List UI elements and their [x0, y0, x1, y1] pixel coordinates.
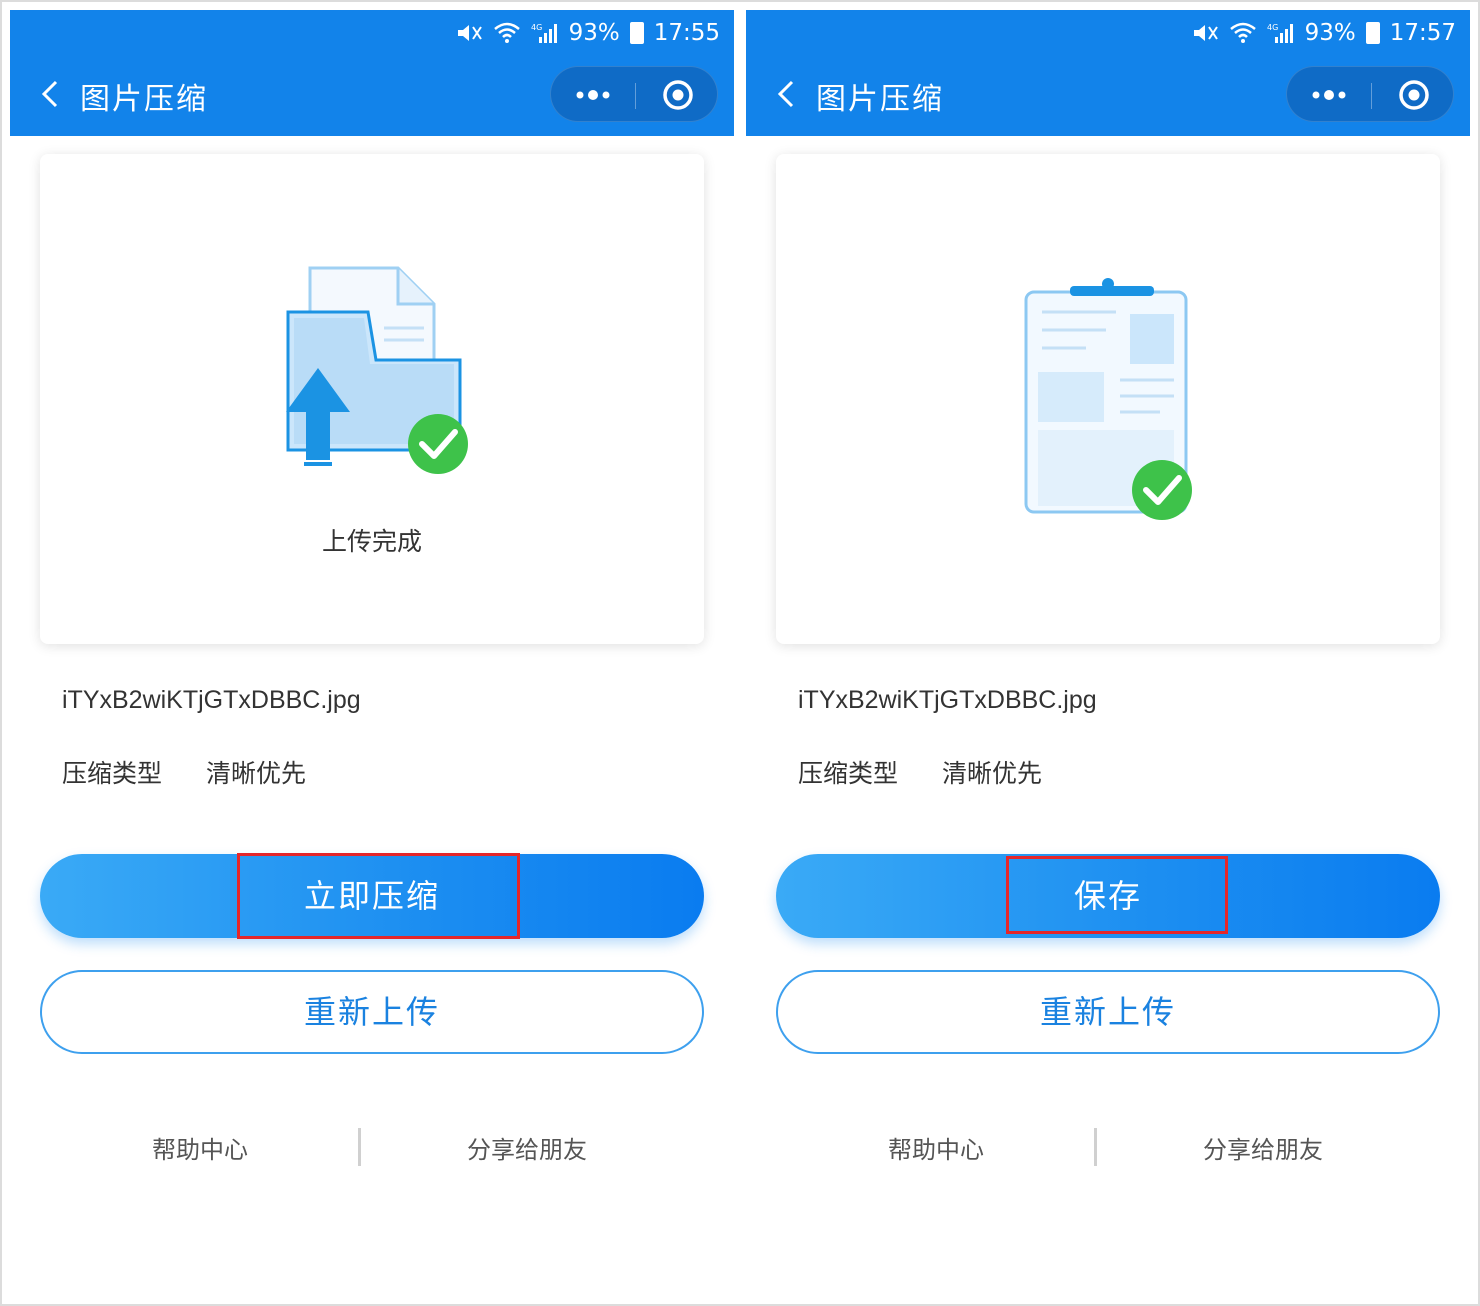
upload-status-card: 上传完成: [40, 154, 704, 644]
page-title: 图片压缩: [80, 82, 208, 117]
mini-program-capsule: [550, 66, 718, 122]
phone-screen-upload-complete: 4G 93% 17:55 图片压缩 上传完成 iTYxB2wiKTjGTxDBB…: [10, 10, 734, 1300]
highlight-annotation-box: [1006, 856, 1228, 934]
mute-icon: [457, 25, 482, 41]
compress-type-value[interactable]: 清晰优先: [942, 754, 1042, 790]
help-center-link[interactable]: 帮助中心: [152, 1130, 248, 1165]
clock-time: 17:55: [653, 20, 720, 46]
file-name: iTYxB2wiKTjGTxDBBC.jpg: [798, 686, 1097, 714]
compress-type-label: 压缩类型: [62, 759, 163, 788]
svg-text:4G: 4G: [531, 23, 542, 32]
compress-type-label: 压缩类型: [798, 759, 899, 788]
compress-type-row: 压缩类型 清晰优先: [62, 754, 306, 790]
footer-divider: [1094, 1128, 1097, 1166]
battery-percent: 93%: [568, 20, 620, 46]
capsule-divider: [1371, 83, 1372, 109]
footer-divider: [358, 1128, 361, 1166]
app-header: 4G 93% 17:55 图片压缩: [10, 10, 734, 136]
compress-result-card: [776, 154, 1440, 644]
back-arrow-icon[interactable]: [34, 76, 70, 112]
compress-type-value[interactable]: 清晰优先: [206, 754, 306, 790]
status-bar: 4G 93% 17:57: [1191, 16, 1456, 50]
footer-links: 帮助中心 分享给朋友: [10, 1128, 734, 1168]
close-target-icon[interactable]: [1397, 78, 1431, 112]
compress-type-row: 压缩类型 清晰优先: [798, 754, 1042, 790]
reupload-button[interactable]: 重新上传: [40, 970, 704, 1054]
share-to-friends-link[interactable]: 分享给朋友: [1203, 1130, 1323, 1165]
more-dots-icon[interactable]: [573, 81, 613, 109]
signal-4g-icon: 4G: [1267, 23, 1293, 43]
phone-screen-compress-done: 4G 93% 17:57 图片压缩 iTYxB2wiKTjGTxDBBC.jpg…: [746, 10, 1470, 1300]
svg-text:4G: 4G: [1267, 23, 1278, 32]
more-dots-icon[interactable]: [1309, 81, 1349, 109]
back-arrow-icon[interactable]: [770, 76, 806, 112]
nav-bar: 图片压缩: [746, 62, 1470, 126]
mini-program-capsule: [1286, 66, 1454, 122]
upload-status-text: 上传完成: [321, 527, 422, 556]
highlight-annotation-box: [237, 853, 520, 939]
page-title: 图片压缩: [816, 82, 944, 117]
help-center-link[interactable]: 帮助中心: [888, 1130, 984, 1165]
wifi-icon: [1229, 22, 1256, 43]
signal-4g-icon: 4G: [531, 23, 557, 43]
nav-bar: 图片压缩: [10, 62, 734, 126]
clock-time: 17:57: [1389, 20, 1456, 46]
close-target-icon[interactable]: [661, 78, 695, 112]
clipboard-success-icon: [1024, 278, 1192, 520]
share-to-friends-link[interactable]: 分享给朋友: [467, 1130, 587, 1165]
wifi-icon: [493, 22, 520, 43]
reupload-button[interactable]: 重新上传: [776, 970, 1440, 1054]
mute-icon: [1193, 25, 1218, 41]
battery-icon: [629, 22, 644, 44]
footer-links: 帮助中心 分享给朋友: [746, 1128, 1470, 1168]
folder-upload-success-icon: [286, 266, 468, 474]
battery-icon: [1365, 22, 1380, 44]
capsule-divider: [635, 83, 636, 109]
file-name: iTYxB2wiKTjGTxDBBC.jpg: [62, 686, 361, 714]
app-header: 4G 93% 17:57 图片压缩: [746, 10, 1470, 136]
status-bar: 4G 93% 17:55: [455, 16, 720, 50]
battery-percent: 93%: [1304, 20, 1356, 46]
